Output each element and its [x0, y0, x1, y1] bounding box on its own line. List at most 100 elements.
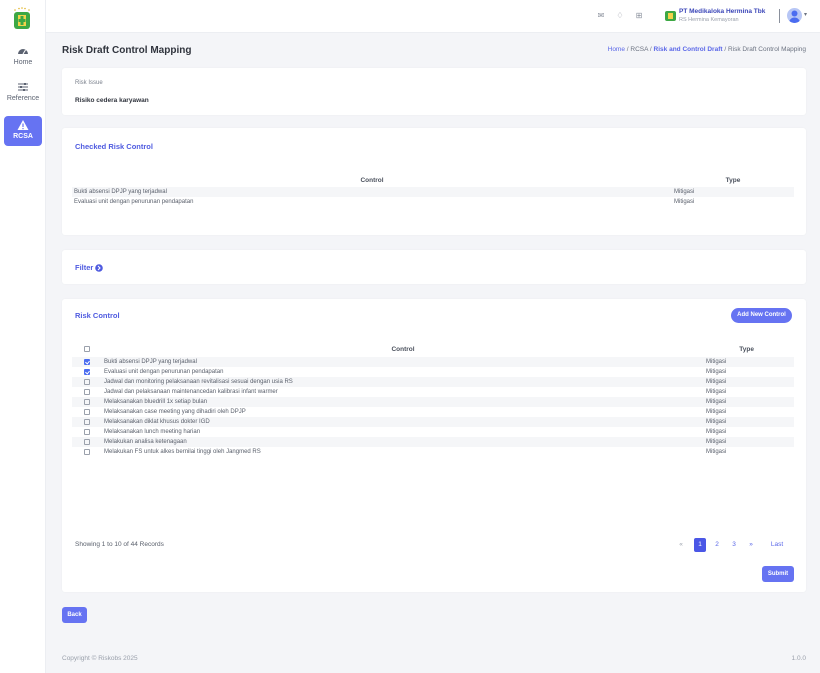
type-cell: Mitigasi [704, 357, 794, 367]
footer-version: 1.0.0 [791, 655, 806, 662]
type-cell: Mitigasi [706, 449, 727, 455]
sidebar-item-label: Home [13, 59, 33, 66]
row-checkbox[interactable] [84, 398, 90, 405]
control-cell: Evaluasi unit dengan penurunan pendapata… [74, 199, 194, 205]
sidebar-item-reference[interactable]: Reference [0, 81, 46, 102]
control-cell: Bukti absensi DPJP yang terjadwal [102, 357, 704, 367]
type-cell: Mitigasi [704, 397, 794, 407]
chevron-down-icon[interactable]: ▾ [804, 11, 807, 18]
table-row: Bukti absensi DPJP yang terjadwal Mitigas… [72, 357, 794, 367]
risk-issue-label: Risk Issue [75, 80, 103, 86]
type-cell: Mitigasi [706, 409, 727, 415]
type-cell: Mitigasi [704, 377, 794, 387]
type-cell: Mitigasi [706, 429, 727, 435]
table-row: Evaluasi unit dengan penurunan pendapata… [72, 367, 794, 377]
table-row: Jadwal dan pelaksanaan maintenancedan ka… [72, 387, 794, 397]
risk-control-card: Risk Control Add New Control Control Typ… [62, 299, 806, 592]
company-unit: RS Hermina Kemayoran [679, 17, 739, 23]
select-all-checkbox[interactable] [84, 345, 90, 352]
checked-risk-control-card: Checked Risk Control Control Type Bukti … [62, 128, 806, 235]
checked-title: Checked Risk Control [75, 142, 153, 151]
control-cell: Melakukan analisa ketenagaan [102, 437, 704, 447]
control-cell: Jadwal dan monitoring pelaksanaan revita… [102, 377, 704, 387]
company-logo-icon [665, 11, 676, 21]
sliders-icon [18, 83, 28, 91]
type-cell: Mitigasi [704, 417, 794, 427]
bell-icon[interactable]: ♢ [615, 11, 625, 21]
control-cell: Melaksanakan lunch meeting harian [104, 429, 201, 435]
control-cell: Melaksanakan diklat khusus dokter IGD [102, 417, 704, 427]
pagination: « 1 2 3 » Last [674, 538, 794, 552]
dashboard-icon [18, 49, 28, 55]
filter-toggle[interactable]: Filter [75, 263, 104, 272]
control-cell: Evaluasi unit dengan penurunan pendapata… [104, 369, 224, 375]
sidebar-item-rcsa[interactable]: RCSA [4, 116, 42, 146]
breadcrumb-rcsa[interactable]: RCSA [630, 46, 648, 53]
row-checkbox[interactable] [84, 428, 90, 435]
add-new-control-button[interactable]: Add New Control [731, 308, 792, 323]
prev-page-button[interactable]: « [676, 538, 686, 552]
records-info: Showing 1 to 10 of 44 Records [75, 541, 164, 548]
breadcrumb-home[interactable]: Home [608, 46, 625, 53]
table-row: Melaksanakan bluedrill 1x setiap bulan Mi… [72, 397, 794, 407]
mail-icon[interactable]: ✉ [596, 11, 606, 21]
table-row: Melakukan FS untuk alkes bernilai tinggi… [72, 447, 794, 457]
page-title: Risk Draft Control Mapping [62, 45, 192, 56]
next-page-button[interactable]: » [746, 538, 756, 552]
table-row: Jadwal dan monitoring pelaksanaan revita… [72, 377, 794, 387]
row-checkbox[interactable] [84, 358, 90, 365]
risk-control-rows: Bukti absensi DPJP yang terjadwal Mitigas… [72, 357, 794, 457]
avatar[interactable] [787, 8, 802, 23]
hermina-logo[interactable] [9, 6, 35, 32]
row-checkbox[interactable] [84, 378, 90, 385]
sidebar: Home Reference RCSA [0, 0, 46, 673]
type-cell: Mitigasi [672, 187, 794, 197]
row-checkbox[interactable] [84, 388, 90, 395]
breadcrumb-current: Risk Draft Control Mapping [727, 46, 806, 53]
sidebar-item-home[interactable]: Home [0, 45, 46, 66]
sidebar-item-label: RCSA [13, 133, 33, 140]
company-info[interactable]: PT Medikaloka Hermina Tbk RS Hermina Kem… [679, 8, 765, 24]
chevron-right-circle-icon [95, 264, 104, 272]
row-checkbox[interactable] [84, 438, 90, 445]
topbar: ✉ ♢ ⊞ PT Medikaloka Hermina Tbk RS Hermi… [46, 0, 820, 33]
breadcrumb: Home / RCSA / Risk and Control Draft / R… [607, 46, 806, 53]
last-page-button[interactable]: Last [766, 538, 788, 552]
control-cell: Bukti absensi DPJP yang terjadwal [72, 187, 672, 197]
page-3-button[interactable]: 3 [729, 538, 739, 552]
row-checkbox[interactable] [84, 418, 90, 425]
row-checkbox[interactable] [84, 408, 90, 415]
company-name: PT Medikaloka Hermina Tbk [679, 8, 766, 15]
filter-label: Filter [75, 263, 94, 272]
type-cell: Mitigasi [704, 437, 794, 447]
submit-button[interactable]: Submit [762, 566, 794, 582]
sidebar-item-label: Reference [6, 95, 40, 102]
type-cell: Mitigasi [706, 389, 727, 395]
table-row: Melaksanakan diklat khusus dokter IGD Mit… [72, 417, 794, 427]
risk-control-table: Control Type [72, 342, 794, 356]
filter-card: Filter [62, 250, 806, 284]
divider [779, 9, 780, 23]
table-row: Evaluasi unit dengan penurunan pendapata… [72, 197, 794, 207]
risk-issue-card: Risk Issue Risiko cedera karyawan [62, 68, 806, 115]
table-row: Bukti absensi DPJP yang terjadwal Mitiga… [72, 187, 794, 197]
breadcrumb-draft[interactable]: Risk and Control Draft [654, 46, 723, 53]
column-header-type: Type [725, 176, 741, 184]
row-checkbox[interactable] [84, 448, 90, 455]
table-row: Melaksanakan lunch meeting harian Mitigas… [72, 427, 794, 437]
control-cell: Melaksanakan bluedrill 1x setiap bulan [102, 397, 704, 407]
column-header-type: Type [739, 345, 754, 353]
type-cell: Mitigasi [706, 369, 727, 375]
row-checkbox[interactable] [84, 368, 90, 375]
grid-icon[interactable]: ⊞ [634, 11, 644, 21]
control-cell: Melakukan FS untuk alkes bernilai tinggi… [104, 449, 261, 455]
column-header-control: Control [391, 345, 415, 353]
page-1-button[interactable]: 1 [694, 538, 706, 552]
table-row: Melaksanakan case meeting yang dihadiri … [72, 407, 794, 417]
back-button[interactable]: Back [62, 607, 87, 623]
risk-control-title: Risk Control [75, 311, 120, 320]
column-header-control: Control [360, 176, 384, 184]
checked-table: Control Type Bukti absensi DPJP yang ter… [72, 173, 794, 207]
page-2-button[interactable]: 2 [712, 538, 722, 552]
footer-copyright: Copyright © Riskobs 2025 [62, 655, 138, 662]
